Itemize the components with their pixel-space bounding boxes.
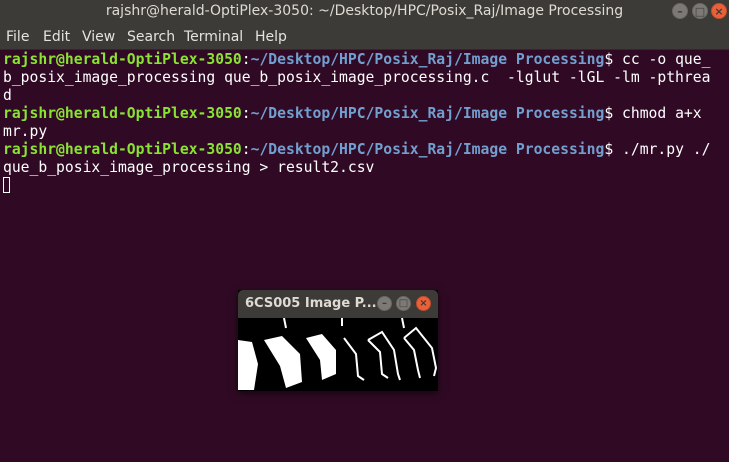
command-text: $ cc -o que_ — [604, 51, 711, 68]
image-processing-window[interactable]: 6CS005 Image P... – □ × — [238, 290, 438, 391]
menu-search[interactable]: Search — [127, 29, 175, 45]
prompt-path: ~/Desktop/HPC/Posix_Raj/Image Processing — [250, 141, 605, 158]
popup-maximize-icon[interactable]: □ — [396, 296, 411, 311]
terminal-cursor — [3, 177, 10, 193]
terminal-line: rajshr@herald-OptiPlex-3050:~/Desktop/HP… — [3, 105, 702, 122]
popup-minimize-icon[interactable]: – — [377, 296, 392, 311]
menu-terminal[interactable]: Terminal — [184, 29, 243, 45]
prompt-path: ~/Desktop/HPC/Posix_Raj/Image Processing — [250, 105, 605, 122]
prompt-user-host: rajshr@herald-OptiPlex-3050 — [3, 105, 242, 122]
popup-titlebar[interactable]: 6CS005 Image P... – □ × — [238, 290, 438, 318]
terminal-line: b_posix_image_processing que_b_posix_ima… — [3, 69, 711, 86]
menu-view[interactable]: View — [82, 29, 115, 45]
terminal-line: mr.py — [3, 123, 48, 140]
prompt-user-host: rajshr@herald-OptiPlex-3050 — [3, 141, 242, 158]
command-text: $ ./mr.py ./ — [604, 141, 711, 158]
processed-image-canvas — [238, 318, 438, 391]
terminal-output[interactable]: rajshr@herald-OptiPlex-3050:~/Desktop/HP… — [0, 50, 729, 462]
prompt-path: ~/Desktop/HPC/Posix_Raj/Image Processing — [250, 51, 605, 68]
terminal-line: rajshr@herald-OptiPlex-3050:~/Desktop/HP… — [3, 51, 711, 68]
popup-title: 6CS005 Image P... — [245, 296, 377, 311]
prompt-user-host: rajshr@herald-OptiPlex-3050 — [3, 51, 242, 68]
menu-edit[interactable]: Edit — [43, 29, 70, 45]
terminal-line: que_b_posix_image_processing > result2.c… — [3, 159, 375, 176]
maximize-icon[interactable]: □ — [692, 3, 708, 19]
terminal-line: rajshr@herald-OptiPlex-3050:~/Desktop/HP… — [3, 141, 711, 158]
minimize-icon[interactable]: – — [672, 3, 688, 19]
window-title: rajshr@herald-OptiPlex-3050: ~/Desktop/H… — [105, 3, 624, 19]
close-icon[interactable]: × — [711, 3, 727, 19]
menu-bar: File Edit View Search Terminal Help — [0, 24, 729, 50]
command-text: $ chmod a+x — [604, 105, 702, 122]
menu-file[interactable]: File — [6, 29, 29, 45]
popup-close-icon[interactable]: × — [416, 296, 431, 311]
terminal-line: d — [3, 87, 12, 104]
window-titlebar[interactable]: rajshr@herald-OptiPlex-3050: ~/Desktop/H… — [0, 0, 729, 24]
menu-help[interactable]: Help — [255, 29, 287, 45]
